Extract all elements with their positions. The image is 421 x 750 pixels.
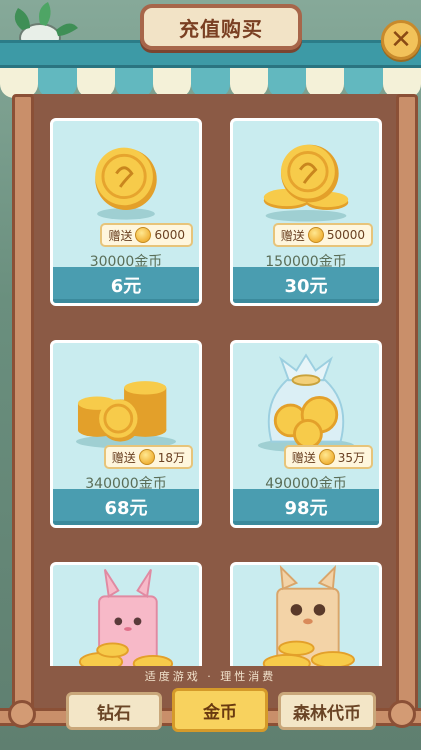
left-pillar [12,94,34,724]
product-card[interactable] [230,562,382,666]
bonus-label: 赠送 [280,228,305,243]
price-button[interactable]: 98元 [233,489,379,525]
price-button[interactable]: 30元 [233,267,379,303]
price-label: 30元 [284,276,328,297]
bonus-badge: 赠送 6000 [100,223,193,247]
post-cap [388,700,416,728]
tab-coins[interactable]: 金币 [172,688,268,732]
rabbit-box-icon [78,568,174,666]
price-label: 6元 [110,276,142,297]
price-label: 98元 [284,498,328,519]
product-card[interactable]: 赠送 50000 150000金币 30元 [230,118,382,306]
tab-forest-tokens[interactable]: 森林代币 [278,692,376,730]
product-grid[interactable]: 赠送 6000 30000金币 6元 赠送 50000 150000金币 30元… [36,100,394,666]
close-icon: ✕ [390,25,412,55]
product-card[interactable] [50,562,202,666]
bonus-badge: 赠送 18万 [103,445,193,469]
product-card[interactable]: 赠送 35万 490000金币 98元 [230,340,382,528]
notice-text: 适度游戏 · 理性消费 [144,670,277,683]
product-card[interactable]: 赠送 18万 340000金币 68元 [50,340,202,528]
coin-icon [318,449,335,465]
coin-icon [135,227,152,243]
coin-icon [307,227,324,243]
tab-diamonds[interactable]: 钻石 [66,692,162,730]
bonus-label: 赠送 [291,450,316,465]
title-plaque: 充值购买 [140,4,302,50]
bonus-value: 6000 [154,228,185,242]
bonus-badge: 赠送 35万 [283,445,373,469]
bonus-value: 35万 [337,450,365,465]
bonus-label: 赠送 [108,228,133,243]
bonus-value: 50000 [326,228,365,242]
price-button[interactable]: 6元 [53,267,199,303]
bonus-value: 18万 [157,450,185,465]
bonus-badge: 赠送 50000 [272,223,373,247]
fox-box-icon [262,565,355,666]
post-cap [8,700,36,728]
price-label: 68元 [104,498,148,519]
right-pillar [396,94,418,724]
bonus-label: 赠送 [111,450,136,465]
coin-icon [138,449,155,465]
product-card[interactable]: 赠送 6000 30000金币 6元 [50,118,202,306]
close-button[interactable]: ✕ [381,20,421,60]
currency-tabs: 钻石 金币 森林代币 [66,688,376,732]
page-title: 充值购买 [179,16,263,41]
price-button[interactable]: 68元 [53,489,199,525]
